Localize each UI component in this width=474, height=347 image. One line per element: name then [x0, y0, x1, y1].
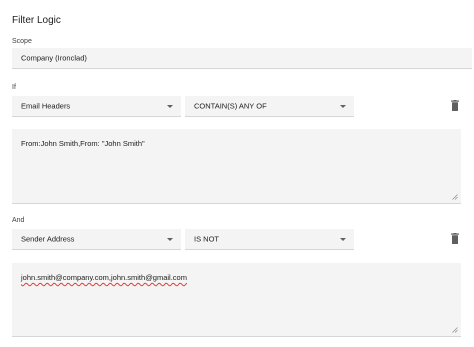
resize-grip-icon[interactable] — [452, 327, 458, 333]
if-value-textarea[interactable]: From:John Smith,From: "John Smith" — [12, 129, 461, 204]
and-operator-value: IS NOT — [194, 234, 220, 244]
resize-grip-icon[interactable] — [452, 194, 458, 200]
and-label: And — [12, 217, 25, 224]
chevron-down-icon — [167, 238, 173, 241]
if-field-select[interactable]: Email Headers — [12, 96, 181, 117]
chevron-down-icon — [340, 105, 346, 108]
trash-icon[interactable] — [450, 100, 460, 112]
chevron-down-icon — [340, 238, 346, 241]
chevron-down-icon — [167, 105, 173, 108]
page-title: Filter Logic — [12, 15, 61, 26]
if-value-text: From:John Smith,From: "John Smith" — [21, 139, 145, 148]
scope-label: Scope — [12, 38, 32, 45]
and-field-select[interactable]: Sender Address — [12, 229, 181, 250]
if-operator-value: CONTAIN(S) ANY OF — [194, 101, 267, 111]
trash-icon[interactable] — [450, 233, 460, 245]
if-field-value: Email Headers — [21, 101, 71, 111]
scope-value: Company (Ironclad) — [21, 53, 87, 63]
and-value-textarea[interactable]: john.smith@company.com,john.smith@gmail.… — [12, 263, 461, 337]
and-value-text: john.smith@company.com,john.smith@gmail.… — [21, 273, 187, 282]
scope-field[interactable]: Company (Ironclad) — [12, 48, 472, 69]
and-operator-select[interactable]: IS NOT — [185, 229, 354, 250]
if-operator-select[interactable]: CONTAIN(S) ANY OF — [185, 96, 354, 117]
and-field-value: Sender Address — [21, 234, 75, 244]
if-label: If — [12, 84, 16, 91]
